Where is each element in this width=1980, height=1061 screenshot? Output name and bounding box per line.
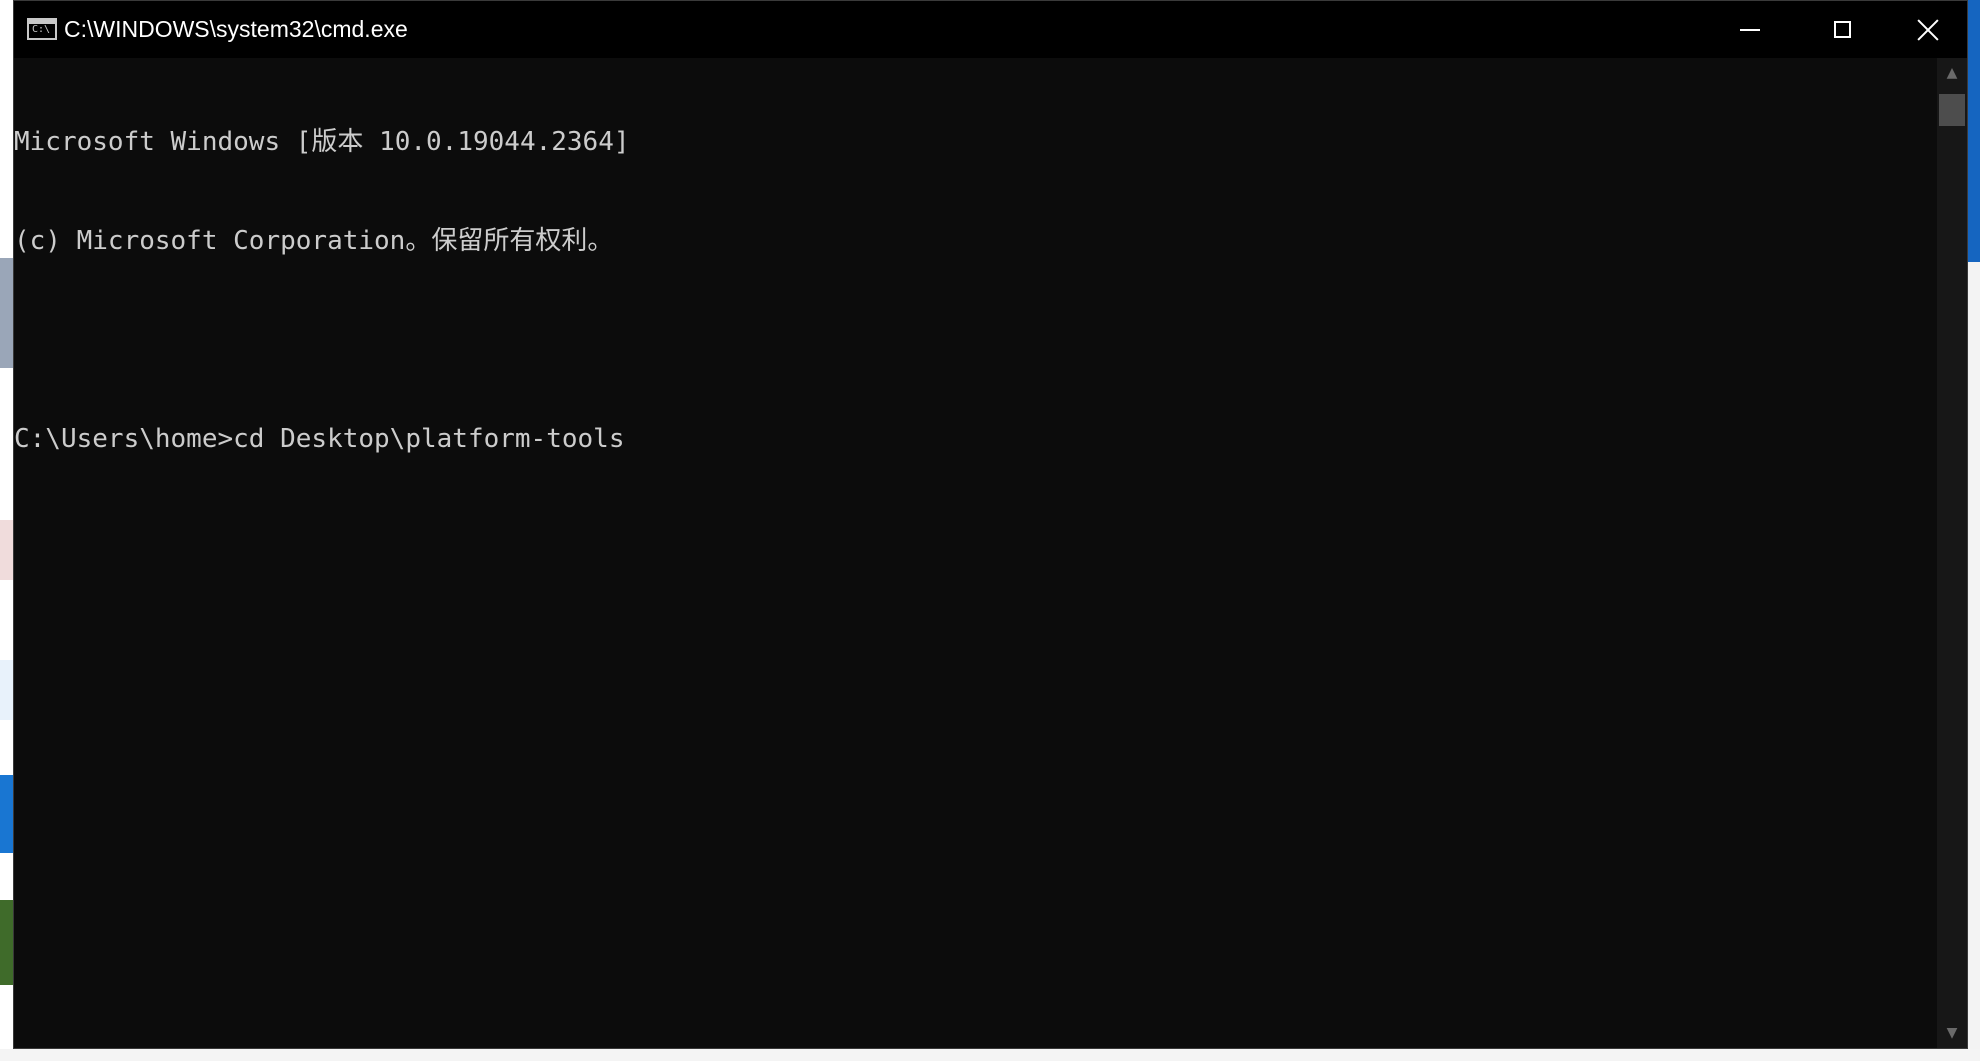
cmd-window: C:\ C:\WINDOWS\system32\cmd.exe Microsof… [13,0,1968,1049]
console-prompt-line[interactable]: C:\Users\home>cd Desktop\platform-tools [14,423,630,456]
minimize-button[interactable] [1704,1,1796,58]
desktop-fragment [0,900,13,985]
title-bar[interactable]: C:\ C:\WINDOWS\system32\cmd.exe [14,1,1967,58]
maximize-button[interactable] [1796,1,1888,58]
console-app-icon[interactable]: C:\ [27,18,57,40]
close-button[interactable] [1888,1,1967,58]
scroll-thumb[interactable] [1939,94,1965,126]
close-icon [1917,19,1939,41]
desktop-fragment-blue [1968,0,1980,262]
scroll-up-arrow-icon[interactable]: ▲ [1937,58,1967,88]
maximize-icon [1833,21,1851,38]
window-title: C:\WINDOWS\system32\cmd.exe [64,16,408,42]
console-text-area[interactable]: Microsoft Windows [版本 10.0.19044.2364] (… [14,60,630,522]
console-line: Microsoft Windows [版本 10.0.19044.2364] [14,127,630,157]
desktop-fragment [0,775,13,853]
app-icon-label: C:\ [32,24,51,35]
console-line: (c) Microsoft Corporation。保留所有权利。 [14,226,614,256]
desktop-fragment [0,660,13,720]
desktop-fragment [0,258,13,368]
scroll-down-arrow-icon[interactable]: ▼ [1937,1018,1967,1048]
minimize-icon [1740,28,1760,31]
desktop-fragment [0,520,13,580]
vertical-scrollbar[interactable]: ▲ ▼ [1937,58,1967,1048]
desktop-background-bottom [0,1049,1980,1061]
console-output[interactable]: Microsoft Windows [版本 10.0.19044.2364] (… [14,58,1937,1048]
